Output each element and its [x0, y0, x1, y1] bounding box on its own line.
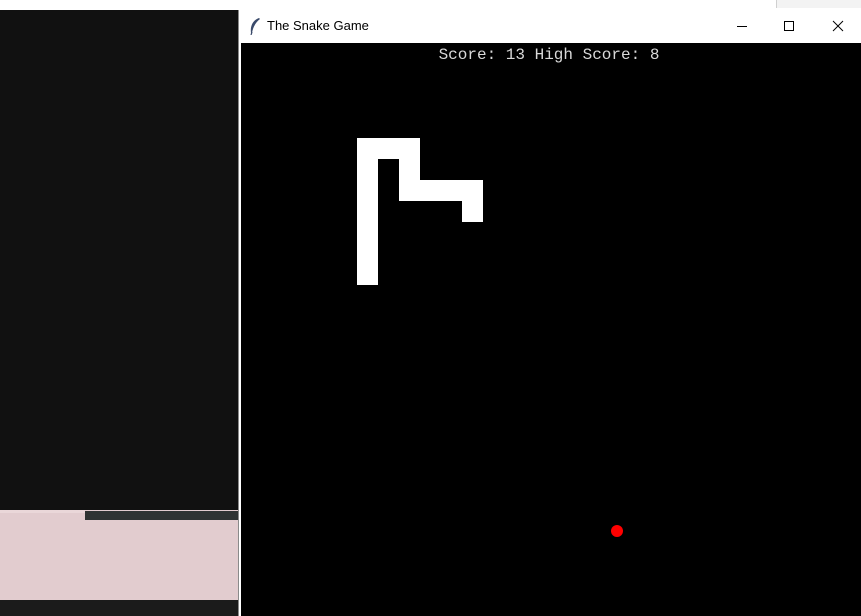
background-app-strip [85, 511, 238, 520]
snake-game-window[interactable]: The Snake Game Score: 13 High Score: 8 [238, 10, 861, 616]
snake-segment [462, 180, 483, 222]
close-button[interactable] [815, 10, 861, 42]
background-app-pink-area [0, 510, 238, 600]
close-icon [832, 20, 844, 32]
feather-icon [250, 18, 260, 35]
food-dot [611, 525, 623, 537]
minimize-icon [737, 26, 747, 27]
screen: The Snake Game Score: 13 High Score: 8 [0, 0, 861, 616]
background-app-pink-edge [0, 510, 85, 513]
score-display: Score: 13 High Score: 8 [438, 46, 660, 64]
maximize-button[interactable] [766, 10, 812, 42]
background-app-panel [0, 10, 238, 510]
window-title: The Snake Game [267, 18, 369, 33]
snake-segment [357, 138, 378, 285]
minimize-button[interactable] [719, 10, 765, 42]
background-app-topbar [0, 0, 861, 10]
game-canvas[interactable]: Score: 13 High Score: 8 [241, 43, 861, 616]
title-bar[interactable]: The Snake Game [239, 10, 861, 42]
maximize-icon [784, 21, 794, 31]
background-app-toolbar [776, 0, 861, 8]
background-app-bottom [0, 600, 238, 616]
